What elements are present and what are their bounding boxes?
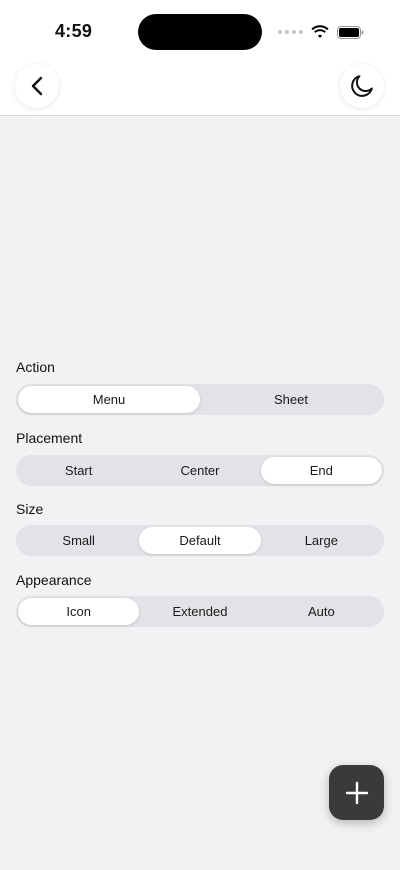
cellular-signal-icon [278,30,303,34]
placement-label: Placement [16,430,83,446]
segment-menu[interactable]: Menu [18,386,200,413]
battery-icon [337,25,364,39]
segment-sheet[interactable]: Sheet [200,386,382,413]
status-time: 4:59 [55,21,93,41]
segment-small[interactable]: Small [18,527,139,554]
segment-start[interactable]: Start [18,457,139,484]
moon-icon [351,75,373,97]
plus-icon [345,781,368,804]
segment-center[interactable]: Center [139,457,260,484]
placement-segmented-control: Start Center End [16,455,384,486]
appearance-label: Appearance [16,572,92,588]
status-icons [278,24,364,40]
dynamic-island [138,14,262,50]
segment-icon[interactable]: Icon [18,598,140,625]
add-button[interactable] [329,765,384,820]
segment-extended[interactable]: Extended [139,598,260,625]
wifi-icon [311,25,329,38]
chevron-left-icon [31,76,43,96]
action-segmented-control: Menu Sheet [16,384,384,415]
segment-default[interactable]: Default [139,527,261,554]
theme-toggle-button[interactable] [340,64,384,108]
back-button[interactable] [15,64,59,108]
screen: 4:59 Action Menu Sheet Placement Start C… [0,0,400,870]
navigation-bar [0,64,400,116]
size-segmented-control: Small Default Large [16,525,384,556]
segment-large[interactable]: Large [261,527,382,554]
size-label: Size [16,501,44,517]
segment-auto[interactable]: Auto [261,598,382,625]
appearance-segmented-control: Icon Extended Auto [16,596,384,627]
status-bar: 4:59 [0,0,400,64]
segment-end[interactable]: End [260,457,382,484]
action-label: Action [16,359,55,375]
